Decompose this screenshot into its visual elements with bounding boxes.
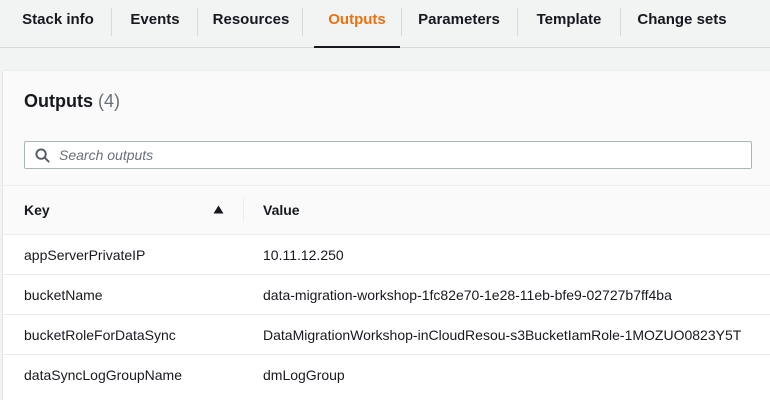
output-value: dmLogGroup [263,367,345,383]
output-count: (4) [98,91,121,111]
table-row: appServerPrivateIP 10.11.12.250 [3,235,770,275]
search-input[interactable] [59,142,739,168]
tab-divider [401,8,402,36]
column-header-key[interactable]: Key [24,186,50,234]
tab-template[interactable]: Template [528,0,610,48]
tab-outputs[interactable]: Outputs [314,0,400,48]
outputs-panel: Outputs (4) Key Value appServerPrivateIP… [3,70,770,400]
output-key: bucketRoleForDataSync [24,327,176,343]
tab-divider [197,8,198,36]
panel-header: Outputs (4) [3,71,770,185]
column-header-value: Value [263,202,300,218]
tab-bar: Stack info Events Resources Outputs Para… [0,0,770,48]
output-key: dataSyncLogGroupName [24,367,182,383]
column-divider [243,198,244,222]
tab-divider [517,8,518,36]
search-box [24,141,752,169]
table-row: bucketName data-migration-workshop-1fc82… [3,275,770,315]
title-text: Outputs [24,91,93,111]
tab-events[interactable]: Events [122,0,188,48]
output-key: appServerPrivateIP [24,247,146,263]
table-row: dataSyncLogGroupName dmLogGroup [3,355,770,395]
tab-resources[interactable]: Resources [208,0,294,48]
output-value: 10.11.12.250 [263,247,344,263]
tab-parameters[interactable]: Parameters [412,0,506,48]
output-value: DataMigrationWorkshop-inCloudResou-s3Buc… [263,327,742,343]
caret-up-icon[interactable] [213,205,224,214]
table-row: bucketRoleForDataSync DataMigrationWorks… [3,315,770,355]
tab-stack-info[interactable]: Stack info [12,0,104,48]
table-header: Key Value [3,185,770,235]
tab-divider [620,8,621,36]
output-value: data-migration-workshop-1fc82e70-1e28-11… [263,287,672,303]
search-icon [35,148,50,163]
tab-divider [111,8,112,36]
tab-divider [302,8,303,36]
tab-change-sets[interactable]: Change sets [632,0,732,48]
page-title: Outputs (4) [24,91,120,112]
output-key: bucketName [24,287,103,303]
